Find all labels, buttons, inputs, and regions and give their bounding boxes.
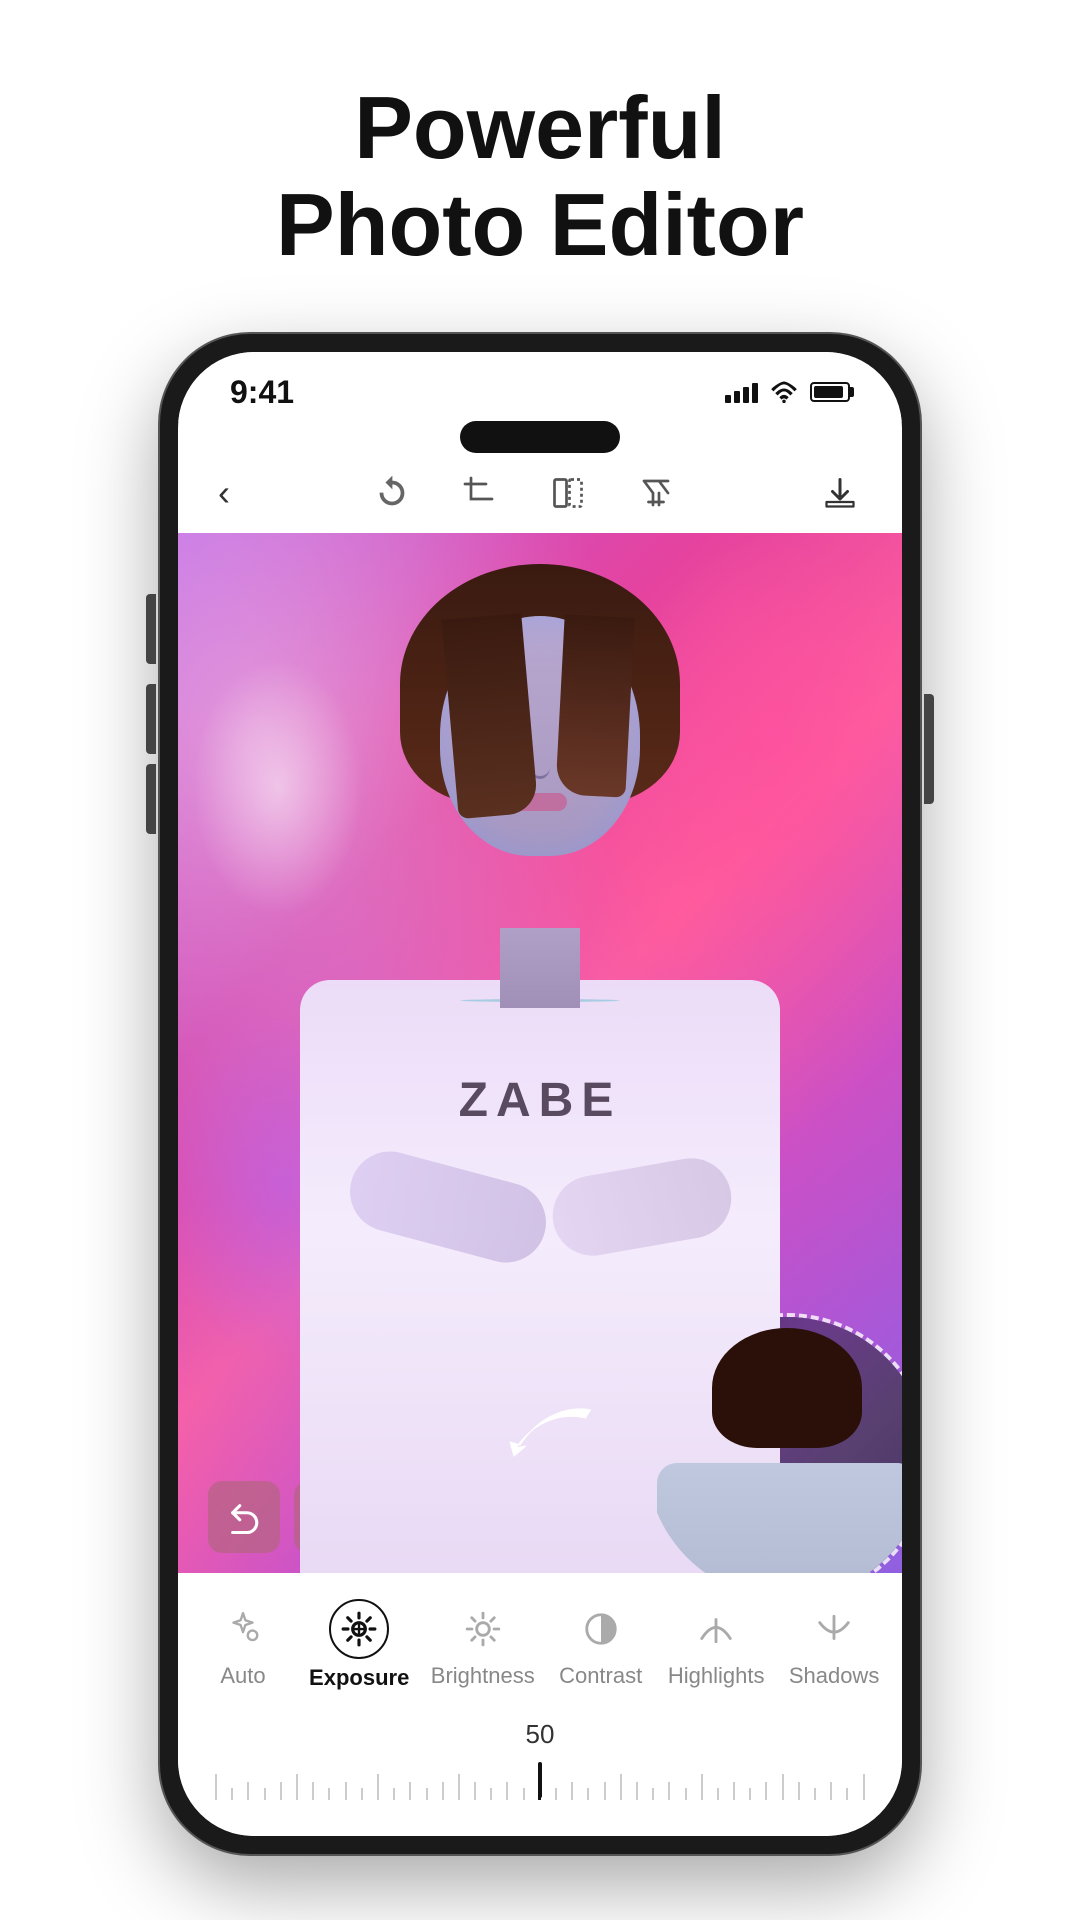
tick-mark <box>807 1788 823 1800</box>
tick-mark <box>548 1788 564 1800</box>
tick-mark <box>386 1788 402 1800</box>
tick-mark <box>257 1788 273 1800</box>
tick-mark <box>758 1782 774 1800</box>
tick-mark <box>710 1788 726 1800</box>
before-arrow <box>506 1398 606 1483</box>
flip-tool-button[interactable] <box>546 471 590 515</box>
dynamic-island <box>460 421 620 453</box>
download-button[interactable] <box>818 471 862 515</box>
toolbar-right <box>818 471 862 515</box>
tick-mark <box>208 1774 224 1800</box>
toolbar: ‹ <box>178 453 902 533</box>
auto-tool[interactable]: Auto <box>188 1593 298 1697</box>
battery-icon <box>810 382 850 402</box>
toolbar-center <box>370 471 678 515</box>
phone-frame: 9:41 ‹ <box>160 334 920 1854</box>
tick-mark <box>467 1782 483 1800</box>
headline: Powerful Photo Editor <box>276 80 804 274</box>
back-button[interactable]: ‹ <box>218 472 230 513</box>
undo-button[interactable] <box>208 1481 280 1553</box>
tick-mark <box>321 1788 337 1800</box>
shadows-tool[interactable]: Shadows <box>776 1593 892 1697</box>
headline-line1: Powerful <box>354 78 726 177</box>
highlights-tool-label: Highlights <box>668 1663 765 1689</box>
slider-handle[interactable] <box>538 1762 542 1798</box>
tick-mark <box>856 1774 872 1800</box>
photo-area: ZABE <box>178 533 902 1573</box>
tick-mark <box>677 1788 693 1800</box>
crop-tool-button[interactable] <box>458 471 502 515</box>
tick-mark <box>597 1782 613 1800</box>
slider-area: 50 <box>178 1709 902 1816</box>
tick-mark <box>273 1782 289 1800</box>
tick-mark <box>499 1782 515 1800</box>
tick-mark <box>451 1774 467 1800</box>
brightness-tool[interactable]: Brightness <box>420 1593 545 1697</box>
auto-tool-label: Auto <box>220 1663 265 1689</box>
tick-mark <box>661 1782 677 1800</box>
brightness-tool-label: Brightness <box>431 1663 535 1689</box>
contrast-tool[interactable]: Contrast <box>545 1593 656 1697</box>
edit-tools-row: Auto <box>178 1573 902 1709</box>
tick-mark <box>516 1788 532 1800</box>
phone-inner: 9:41 ‹ <box>178 352 902 1836</box>
toolbar-left: ‹ <box>218 472 230 514</box>
signal-icon <box>725 381 758 403</box>
bottom-controls: Auto <box>178 1573 902 1836</box>
tick-mark <box>370 1774 386 1800</box>
tick-mark <box>224 1788 240 1800</box>
slider-value: 50 <box>208 1719 872 1750</box>
tick-mark <box>823 1782 839 1800</box>
exposure-tool[interactable]: Exposure <box>298 1591 420 1699</box>
tick-mark <box>289 1774 305 1800</box>
photo-background: ZABE <box>178 533 902 1573</box>
tick-mark <box>435 1782 451 1800</box>
tick-mark <box>791 1782 807 1800</box>
tick-mark <box>402 1782 418 1800</box>
tick-mark <box>645 1788 661 1800</box>
status-bar: 9:41 <box>178 352 902 421</box>
slider-track[interactable] <box>208 1760 872 1800</box>
rotate-tool-button[interactable] <box>370 471 414 515</box>
headline-line2: Photo Editor <box>276 175 804 274</box>
adjust-tool-button[interactable] <box>634 471 678 515</box>
status-icons <box>725 381 850 403</box>
tick-mark <box>305 1782 321 1800</box>
tick-mark <box>726 1782 742 1800</box>
tick-mark <box>839 1788 855 1800</box>
tick-mark <box>742 1788 758 1800</box>
shadows-tool-label: Shadows <box>789 1663 880 1689</box>
tick-mark <box>483 1788 499 1800</box>
tick-mark <box>775 1774 791 1800</box>
wifi-icon <box>770 381 798 403</box>
tick-mark <box>694 1774 710 1800</box>
tick-mark <box>629 1782 645 1800</box>
exposure-tool-label: Exposure <box>309 1665 409 1691</box>
tick-mark <box>613 1774 629 1800</box>
tick-mark <box>564 1782 580 1800</box>
tick-mark <box>240 1782 256 1800</box>
tick-mark <box>338 1782 354 1800</box>
contrast-tool-label: Contrast <box>559 1663 642 1689</box>
tick-mark <box>354 1788 370 1800</box>
tick-mark <box>418 1788 434 1800</box>
status-time: 9:41 <box>230 374 294 411</box>
tick-mark <box>580 1788 596 1800</box>
highlights-tool[interactable]: Highlights <box>656 1593 776 1697</box>
